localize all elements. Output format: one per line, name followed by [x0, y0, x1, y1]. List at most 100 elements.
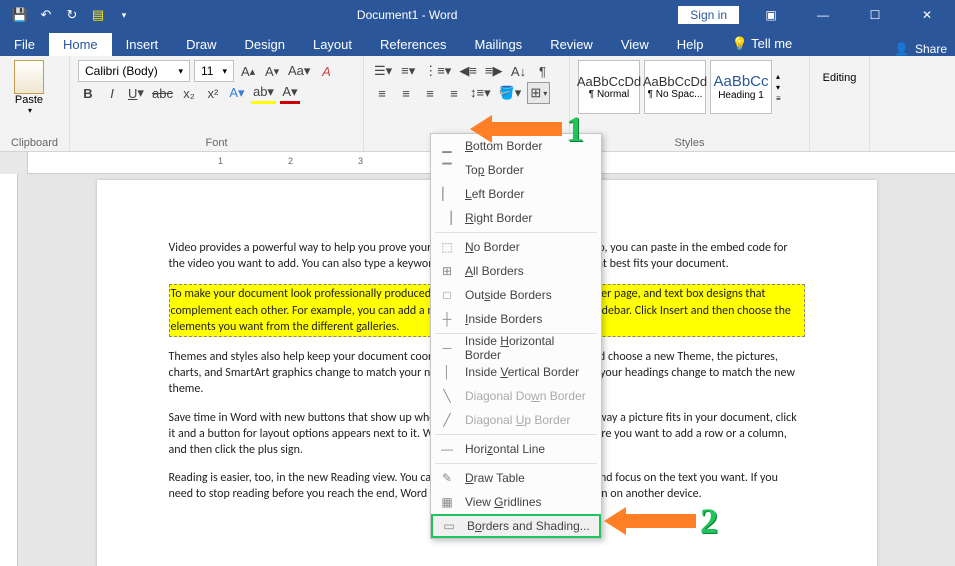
maximize-icon[interactable]: ☐: [855, 0, 895, 30]
numbering-icon[interactable]: ≡▾: [398, 60, 418, 82]
align-right-icon[interactable]: ≡: [420, 82, 440, 104]
tab-references[interactable]: References: [366, 33, 460, 56]
tell-me[interactable]: 💡 Tell me: [718, 32, 807, 56]
menu-all-borders[interactable]: ⊞All Borders: [431, 259, 601, 283]
menu-inside-horizontal-border[interactable]: ─Inside Horizontal Border: [431, 336, 601, 360]
menu-view-gridlines[interactable]: ▦View Gridlines: [431, 490, 601, 514]
shrink-font-icon[interactable]: A▾: [262, 60, 282, 82]
menu-inside-vertical-border[interactable]: │Inside Vertical Border: [431, 360, 601, 384]
close-icon[interactable]: ✕: [907, 0, 947, 30]
font-name-value: Calibri (Body): [85, 64, 158, 78]
share-icon[interactable]: 👤: [894, 42, 909, 56]
vertical-ruler[interactable]: [0, 174, 18, 566]
redo-icon[interactable]: ↻: [60, 3, 84, 27]
ribbon-tabs: File Home Insert Draw Design Layout Refe…: [0, 30, 955, 56]
menu-draw-table[interactable]: ✎Draw Table: [431, 466, 601, 490]
ruler-corner: [0, 152, 28, 174]
annotation-arrow-1: 1: [470, 108, 588, 150]
tab-home[interactable]: Home: [49, 33, 112, 56]
menu-separator: [435, 463, 597, 464]
bold-icon[interactable]: B: [78, 82, 98, 104]
style-preview: AaBbCcDd: [577, 74, 641, 89]
justify-icon[interactable]: ≡: [444, 82, 464, 104]
menu-right-border[interactable]: ▕Right Border: [431, 206, 601, 230]
menu-no-border[interactable]: ⬚No Border: [431, 235, 601, 259]
ribbon-display-icon[interactable]: ▣: [751, 0, 791, 30]
undo-icon[interactable]: ↶: [34, 3, 58, 27]
clear-formatting-icon[interactable]: A: [316, 60, 336, 82]
style-heading1[interactable]: AaBbCc Heading 1: [710, 60, 772, 114]
chevron-down-icon: ▾: [28, 106, 32, 115]
sign-in-button[interactable]: Sign in: [678, 6, 739, 24]
editing-button[interactable]: Editing: [818, 72, 861, 84]
font-group: Calibri (Body)▾ 11▾ A▴ A▾ Aa▾ A B I U▾ a…: [70, 56, 364, 151]
font-name-combo[interactable]: Calibri (Body)▾: [78, 60, 190, 82]
arrow-body: [626, 514, 696, 528]
subscript-icon[interactable]: x₂: [179, 82, 199, 104]
style-preview: AaBbCcDd: [643, 74, 707, 89]
tab-layout[interactable]: Layout: [299, 33, 366, 56]
sort-icon[interactable]: A↓: [509, 60, 529, 82]
menu-top-border[interactable]: ▔Top Border: [431, 158, 601, 182]
superscript-icon[interactable]: x²: [203, 82, 223, 104]
save-icon[interactable]: 💾: [8, 3, 32, 27]
menu-horizontal-line[interactable]: —Horizontal Line: [431, 437, 601, 461]
tab-review[interactable]: Review: [536, 33, 607, 56]
share-label[interactable]: Share: [915, 42, 947, 56]
tab-file[interactable]: File: [0, 33, 49, 56]
highlight-icon[interactable]: ▤: [86, 3, 110, 27]
change-case-icon[interactable]: Aa▾: [286, 60, 312, 82]
bullets-icon[interactable]: ☰▾: [372, 60, 394, 82]
gridlines-icon: ▦: [439, 494, 455, 510]
annotation-arrow-2: 2: [604, 500, 722, 542]
menu-borders-and-shading[interactable]: ▭Borders and Shading...: [431, 514, 601, 538]
borders-shading-icon: ▭: [441, 518, 457, 534]
menu-separator: [435, 434, 597, 435]
multilevel-list-icon[interactable]: ⋮≡▾: [422, 60, 453, 82]
font-size-combo[interactable]: 11▾: [194, 60, 234, 82]
underline-icon[interactable]: U▾: [126, 82, 146, 104]
styles-group: AaBbCcDd ¶ Normal AaBbCcDd ¶ No Spac... …: [570, 56, 810, 151]
diag-down-icon: ╲: [439, 388, 455, 404]
inside-borders-icon: ┼: [439, 311, 455, 327]
tab-insert[interactable]: Insert: [112, 33, 173, 56]
shading-icon[interactable]: 🪣▾: [497, 82, 524, 104]
inside-v-border-icon: │: [439, 364, 455, 380]
tab-view[interactable]: View: [607, 33, 663, 56]
italic-icon[interactable]: I: [102, 82, 122, 104]
styles-more-icon[interactable]: ▴▾≡: [776, 60, 792, 114]
menu-left-border[interactable]: ▏Left Border: [431, 182, 601, 206]
font-size-value: 11: [201, 64, 213, 78]
decrease-indent-icon[interactable]: ◀≡: [457, 60, 479, 82]
clipboard-group-label: Clipboard: [8, 137, 61, 149]
tab-help[interactable]: Help: [663, 33, 718, 56]
annotation-number-1: 1: [566, 108, 584, 150]
grow-font-icon[interactable]: A▴: [238, 60, 258, 82]
paste-label: Paste: [15, 94, 43, 106]
strikethrough-icon[interactable]: abc: [150, 82, 175, 104]
style-normal[interactable]: AaBbCcDd ¶ Normal: [578, 60, 640, 114]
font-color-icon[interactable]: A▾: [280, 82, 300, 104]
menu-outside-borders[interactable]: □Outside Borders: [431, 283, 601, 307]
menu-inside-borders[interactable]: ┼Inside Borders: [431, 307, 601, 331]
tab-mailings[interactable]: Mailings: [461, 33, 537, 56]
paste-button[interactable]: Paste ▾: [8, 60, 50, 115]
menu-diagonal-up-border: ╱Diagonal Up Border: [431, 408, 601, 432]
borders-dropdown-button[interactable]: ⊞▾: [527, 82, 550, 104]
show-hide-icon[interactable]: ¶: [533, 60, 553, 82]
highlight-color-icon[interactable]: ab▾: [251, 82, 276, 104]
minimize-icon[interactable]: —: [803, 0, 843, 30]
text-effects-icon[interactable]: A▾: [227, 82, 247, 104]
editing-group: Editing: [810, 56, 870, 151]
qat-customize-icon[interactable]: ▾: [112, 3, 136, 27]
style-no-spacing[interactable]: AaBbCcDd ¶ No Spac...: [644, 60, 706, 114]
increase-indent-icon[interactable]: ≡▶: [483, 60, 505, 82]
bottom-border-icon: ▁: [439, 138, 455, 154]
line-spacing-icon[interactable]: ↕≡▾: [468, 82, 493, 104]
align-left-icon[interactable]: ≡: [372, 82, 392, 104]
style-name: ¶ Normal: [589, 89, 629, 100]
no-border-icon: ⬚: [439, 239, 455, 255]
tab-draw[interactable]: Draw: [172, 33, 230, 56]
tab-design[interactable]: Design: [231, 33, 299, 56]
align-center-icon[interactable]: ≡: [396, 82, 416, 104]
